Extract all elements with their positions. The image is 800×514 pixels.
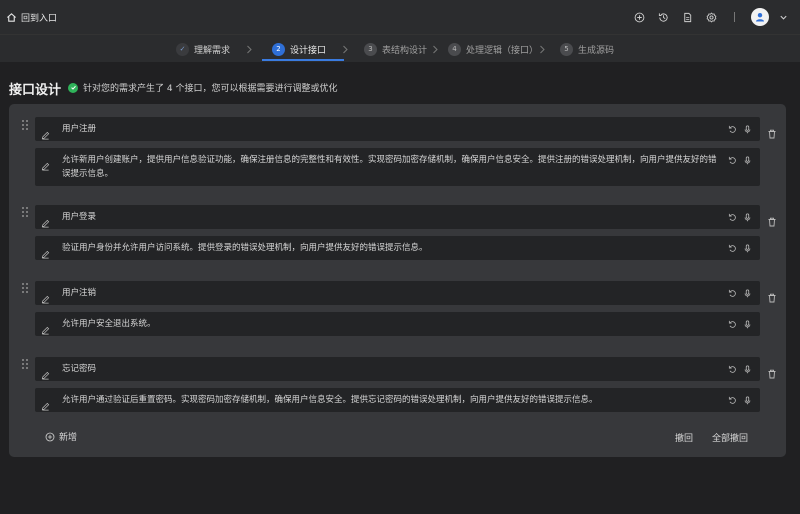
interface-panel: 用户注册 允许新用户创建账户，提供用户信息验证功能，确保注册信息的完整性和有效性… <box>9 104 786 457</box>
interface-name: 用户注销 <box>62 288 97 298</box>
undo-icon[interactable] <box>728 156 737 165</box>
undo-icon[interactable] <box>728 396 737 405</box>
chevron-right-icon <box>540 45 545 53</box>
step-number: 3 <box>364 42 377 56</box>
undo-icon[interactable] <box>728 365 737 374</box>
step-processing-logic[interactable]: 4 处理逻辑（接口） <box>448 35 538 63</box>
undo-icon[interactable] <box>728 289 737 298</box>
step-number: 2 <box>272 42 285 56</box>
microphone-icon[interactable] <box>743 289 752 298</box>
edit-icon <box>41 156 50 171</box>
interface-description-line: 验证用户身份并允许用户访问系统。提供登录的错误处理机制，向用户提供友好的错误提示… <box>62 243 428 253</box>
microphone-icon[interactable] <box>743 365 752 374</box>
interface-description-line: 允许用户通过验证后重置密码。实现密码加密存储机制，确保用户信息安全。提供忘记密码… <box>62 395 598 405</box>
interface-description-field[interactable]: 允许用户安全退出系统。 <box>35 312 760 336</box>
undo-icon[interactable] <box>728 320 737 329</box>
interface-name: 用户注册 <box>62 124 97 134</box>
trash-icon[interactable] <box>767 124 777 139</box>
step-number: 4 <box>448 42 461 56</box>
microphone-icon[interactable] <box>743 125 752 134</box>
step-table-design[interactable]: 3 表结构设计 <box>364 35 427 63</box>
interface-description-field[interactable]: 验证用户身份并允许用户访问系统。提供登录的错误处理机制，向用户提供友好的错误提示… <box>35 236 760 260</box>
home-icon <box>7 12 16 22</box>
notice-message: 针对您的需求产生了 4 个接口，您可以根据需要进行调整或优化 <box>68 81 337 94</box>
undo-all-button[interactable]: 全部撤回 <box>712 431 748 444</box>
interface-description-line: 允许新用户创建账户，提供用户信息验证功能，确保注册信息的完整性和有效性。实现密码… <box>62 155 717 165</box>
history-icon[interactable] <box>656 10 670 24</box>
drag-handle-icon[interactable] <box>21 203 29 217</box>
interface-name: 忘记密码 <box>62 364 97 374</box>
undo-icon[interactable] <box>728 125 737 134</box>
interface-name-field[interactable]: 用户注销 <box>35 281 760 305</box>
trash-icon[interactable] <box>767 212 777 227</box>
step-label: 处理逻辑（接口） <box>466 45 539 56</box>
microphone-icon[interactable] <box>743 244 752 253</box>
interface-description-field[interactable]: 允许新用户创建账户，提供用户信息验证功能，确保注册信息的完整性和有效性。实现密码… <box>35 148 760 186</box>
step-label: 设计接口 <box>290 45 327 56</box>
edit-icon <box>41 213 50 228</box>
interface-description-line: 误提示信息。 <box>62 169 114 179</box>
interface-name-field[interactable]: 用户登录 <box>35 205 760 229</box>
undo-icon[interactable] <box>728 244 737 253</box>
back-to-entry-button[interactable]: 回到入口 <box>6 0 57 34</box>
step-label: 生成源码 <box>578 45 615 56</box>
active-step-indicator <box>262 59 344 61</box>
step-label: 表结构设计 <box>382 45 428 56</box>
divider <box>734 12 735 22</box>
notice-text: 针对您的需求产生了 4 个接口，您可以根据需要进行调整或优化 <box>83 84 338 94</box>
undo-icon[interactable] <box>728 213 737 222</box>
trash-icon[interactable] <box>767 364 777 379</box>
back-label: 回到入口 <box>21 13 58 24</box>
microphone-icon[interactable] <box>743 213 752 222</box>
page-title: 接口设计 <box>9 83 62 98</box>
settings-icon[interactable] <box>704 10 718 24</box>
undo-button[interactable]: 撤回 <box>675 431 693 444</box>
microphone-icon[interactable] <box>743 320 752 329</box>
progress-stepper: ✓ 理解需求 2 设计接口 3 表结构设计 4 处理逻辑（接口） 5 生成源码 <box>0 34 800 62</box>
user-avatar[interactable] <box>751 8 769 26</box>
edit-icon <box>41 244 50 259</box>
add-label: 新增 <box>59 433 78 443</box>
interface-name: 用户登录 <box>62 212 97 222</box>
edit-icon <box>41 125 50 140</box>
check-circle-icon <box>68 82 78 93</box>
interface-description-field[interactable]: 允许用户通过验证后重置密码。实现密码加密存储机制，确保用户信息安全。提供忘记密码… <box>35 388 760 412</box>
edit-icon <box>41 320 50 335</box>
add-circle-icon <box>45 432 55 441</box>
interface-name-field[interactable]: 忘记密码 <box>35 357 760 381</box>
step-label: 理解需求 <box>194 45 231 56</box>
step-generate-source[interactable]: 5 生成源码 <box>560 35 614 63</box>
edit-icon <box>41 289 50 304</box>
interface-name-field[interactable]: 用户注册 <box>35 117 760 141</box>
top-bar: 回到入口 <box>0 0 800 34</box>
user-icon <box>756 13 764 22</box>
drag-handle-icon[interactable] <box>21 279 29 293</box>
chevron-down-icon[interactable] <box>779 13 788 22</box>
edit-icon <box>41 396 50 411</box>
trash-icon[interactable] <box>767 288 777 303</box>
microphone-icon[interactable] <box>743 396 752 405</box>
chevron-right-icon <box>433 45 438 53</box>
document-icon[interactable] <box>680 10 694 24</box>
step-understand-requirements[interactable]: ✓ 理解需求 <box>176 35 230 63</box>
drag-handle-icon[interactable] <box>21 116 29 130</box>
edit-icon <box>41 365 50 380</box>
microphone-icon[interactable] <box>743 156 752 165</box>
chevron-right-icon <box>247 45 252 53</box>
drag-handle-icon[interactable] <box>21 355 29 369</box>
chevron-right-icon <box>343 45 348 53</box>
add-circle-icon[interactable] <box>632 10 646 24</box>
step-number: ✓ <box>176 42 189 56</box>
add-interface-button[interactable]: 新增 <box>45 430 77 443</box>
interface-description-line: 允许用户安全退出系统。 <box>62 319 156 329</box>
step-number: 5 <box>560 42 573 56</box>
